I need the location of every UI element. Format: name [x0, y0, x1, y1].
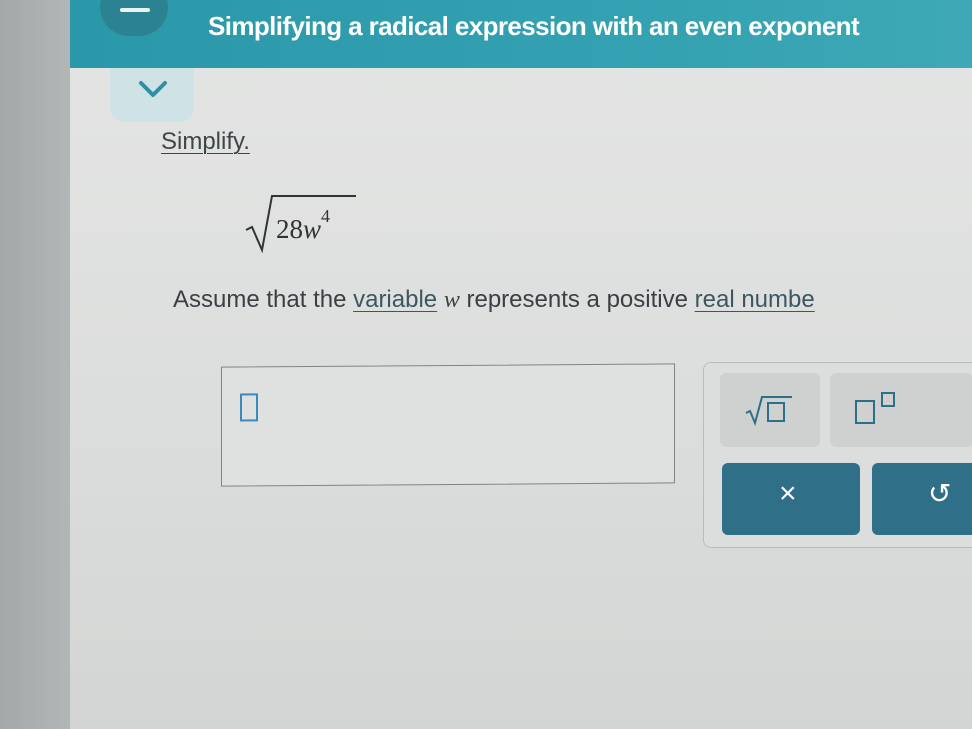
radicand-exponent: 4 [321, 206, 331, 226]
assumption-text: Assume that the variable w represents a … [173, 286, 972, 314]
undo-icon: ↺ [928, 478, 952, 509]
assume-variable: w [443, 287, 460, 313]
radicand-variable: w [303, 214, 322, 244]
superscript-icon [855, 392, 895, 424]
real-number-link[interactable]: real numbe [695, 286, 815, 313]
collapse-toggle-button[interactable] [110, 68, 194, 122]
radicand: 28w4 [276, 206, 330, 245]
square-root-button[interactable] [720, 373, 820, 447]
assume-middle: represents a positive [459, 286, 695, 313]
math-toolpad: × ↺ [703, 362, 972, 548]
instruction-text: Simplify. [161, 128, 250, 155]
page-title: Simplifying a radical expression with an… [208, 11, 860, 41]
answer-placeholder-box [240, 393, 258, 422]
clear-button[interactable]: × [722, 463, 860, 535]
superscript-button[interactable] [830, 373, 972, 447]
assume-space [437, 286, 444, 313]
radicand-coefficient: 28 [276, 214, 303, 244]
clear-icon: × [779, 477, 797, 510]
radical-expression: 28w4 [244, 194, 368, 254]
menu-icon [120, 8, 150, 12]
square-root-icon [745, 396, 792, 427]
assume-prefix: Assume that the [173, 286, 354, 313]
chevron-down-icon [139, 81, 167, 97]
variable-link[interactable]: variable [353, 286, 437, 313]
answer-input[interactable] [221, 363, 675, 487]
undo-button[interactable]: ↺ [872, 463, 972, 535]
